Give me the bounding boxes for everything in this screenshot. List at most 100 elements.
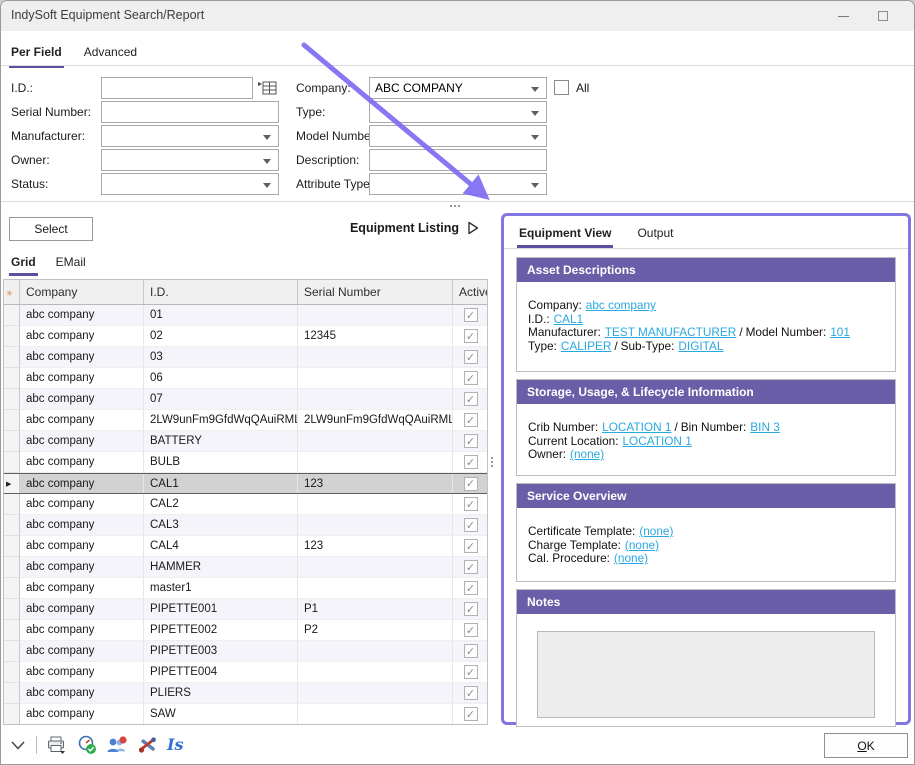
active-checkbox[interactable] <box>464 371 478 385</box>
cell-id: PIPETTE004 <box>144 662 298 683</box>
certificate-template-link[interactable]: (none) <box>639 524 673 538</box>
serial-input[interactable] <box>101 101 279 123</box>
table-row[interactable]: abc company PIPETTE001 P1 <box>4 599 487 620</box>
splitter-grip-horizontal[interactable] <box>450 205 460 207</box>
table-row[interactable]: abc company PIPETTE003 <box>4 641 487 662</box>
manufacturer-dropdown[interactable] <box>101 125 279 147</box>
owner-link[interactable]: (none) <box>570 447 604 461</box>
select-button[interactable]: Select <box>9 217 93 241</box>
tab-grid[interactable]: Grid <box>9 254 38 276</box>
minimize-button[interactable] <box>828 7 858 25</box>
description-label: Description: <box>296 153 359 167</box>
id-link[interactable]: CAL1 <box>554 312 584 326</box>
table-row[interactable]: abc company HAMMER <box>4 557 487 578</box>
active-checkbox[interactable] <box>464 392 478 406</box>
table-row[interactable]: abc company 06 <box>4 368 487 389</box>
active-checkbox[interactable] <box>464 602 478 616</box>
column-header-active[interactable]: Active <box>453 280 488 304</box>
table-row[interactable]: abc company 03 <box>4 347 487 368</box>
table-row[interactable]: abc company 01 <box>4 305 487 326</box>
active-checkbox[interactable] <box>464 707 478 721</box>
column-header-company[interactable]: Company <box>20 280 144 304</box>
cell-serial <box>298 368 453 389</box>
type-link[interactable]: CALIPER <box>561 339 611 353</box>
manufacturer-link[interactable]: TEST MANUFACTURER <box>605 325 737 339</box>
current-location-link[interactable]: LOCATION 1 <box>623 434 692 448</box>
tools-icon[interactable] <box>137 735 158 755</box>
chevron-down-icon[interactable] <box>9 736 27 754</box>
table-row[interactable]: abc company CAL2 <box>4 494 487 515</box>
lookup-table-icon <box>256 79 278 97</box>
cell-active <box>453 368 488 389</box>
table-row[interactable]: abc company CAL4 123 <box>4 536 487 557</box>
notes-textarea[interactable] <box>537 631 875 718</box>
id-input[interactable] <box>101 77 253 99</box>
table-row[interactable]: abc company CAL3 <box>4 515 487 536</box>
table-row[interactable]: abc company BATTERY <box>4 431 487 452</box>
maximize-button[interactable] <box>868 7 898 25</box>
type-dropdown[interactable] <box>369 101 547 123</box>
verify-gauge-icon[interactable] <box>77 735 97 755</box>
active-checkbox[interactable] <box>464 455 478 469</box>
column-header-id[interactable]: I.D. <box>144 280 298 304</box>
cell-serial: 12345 <box>298 326 453 347</box>
table-row[interactable]: abc company SAW <box>4 704 487 725</box>
storage-current-location-line: Current Location:LOCATION 1 <box>528 435 885 449</box>
table-row[interactable]: abc company CAL1 123 <box>4 473 487 494</box>
owner-dropdown[interactable] <box>101 149 279 171</box>
signature-icon[interactable]: Is <box>167 736 184 754</box>
id-lookup-button[interactable] <box>256 79 278 97</box>
play-icon[interactable] <box>467 221 479 235</box>
active-checkbox[interactable] <box>464 434 478 448</box>
active-checkbox[interactable] <box>464 350 478 364</box>
table-row[interactable]: abc company PIPETTE004 <box>4 662 487 683</box>
table-row[interactable]: abc company PIPETTE002 P2 <box>4 620 487 641</box>
active-checkbox[interactable] <box>464 518 478 532</box>
cell-serial <box>298 389 453 410</box>
tab-output[interactable]: Output <box>635 225 675 248</box>
printer-icon[interactable] <box>46 735 68 755</box>
splitter-grip-vertical[interactable] <box>491 457 493 467</box>
cell-active <box>453 662 488 683</box>
ok-button[interactable]: OK <box>824 733 908 758</box>
bin-number-link[interactable]: BIN 3 <box>750 420 780 434</box>
cell-id: 2LW9unFm9GfdWqQAuiRMLI <box>144 410 298 431</box>
model-number-link[interactable]: 101 <box>830 325 850 339</box>
crib-number-link[interactable]: LOCATION 1 <box>602 420 671 434</box>
active-checkbox[interactable] <box>464 686 478 700</box>
table-row[interactable]: abc company master1 <box>4 578 487 599</box>
cal-procedure-link[interactable]: (none) <box>614 551 648 565</box>
active-checkbox[interactable] <box>464 665 478 679</box>
all-checkbox[interactable] <box>554 80 569 95</box>
active-checkbox[interactable] <box>464 560 478 574</box>
status-dropdown[interactable] <box>101 173 279 195</box>
company-link[interactable]: abc company <box>586 298 656 312</box>
tab-email[interactable]: EMail <box>54 254 88 276</box>
charge-template-link[interactable]: (none) <box>625 538 659 552</box>
company-dropdown[interactable] <box>369 77 547 99</box>
active-checkbox[interactable] <box>464 329 478 343</box>
table-row[interactable]: abc company PLIERS <box>4 683 487 704</box>
active-checkbox[interactable] <box>464 581 478 595</box>
active-checkbox[interactable] <box>464 539 478 553</box>
description-input[interactable] <box>369 149 547 171</box>
table-row[interactable]: abc company 2LW9unFm9GfdWqQAuiRMLI 2LW9u… <box>4 410 487 431</box>
active-checkbox[interactable] <box>464 644 478 658</box>
attribute-type-dropdown[interactable] <box>369 173 547 195</box>
subtype-link[interactable]: DIGITAL <box>678 339 723 353</box>
active-checkbox[interactable] <box>464 623 478 637</box>
tab-equipment-view[interactable]: Equipment View <box>517 225 613 248</box>
table-row[interactable]: abc company BULB <box>4 452 487 473</box>
table-row[interactable]: abc company 07 <box>4 389 487 410</box>
active-checkbox[interactable] <box>464 308 478 322</box>
row-indicator-cell <box>4 578 20 599</box>
column-header-serial[interactable]: Serial Number <box>298 280 453 304</box>
active-checkbox[interactable] <box>464 497 478 511</box>
active-checkbox[interactable] <box>464 413 478 427</box>
storage-section: Storage, Usage, & Lifecycle Information … <box>516 379 896 476</box>
asset-descriptions-section: Asset Descriptions Company:abc company I… <box>516 257 896 372</box>
model-dropdown[interactable] <box>369 125 547 147</box>
active-checkbox[interactable] <box>464 477 478 491</box>
users-icon[interactable] <box>106 735 128 755</box>
table-row[interactable]: abc company 02 12345 <box>4 326 487 347</box>
